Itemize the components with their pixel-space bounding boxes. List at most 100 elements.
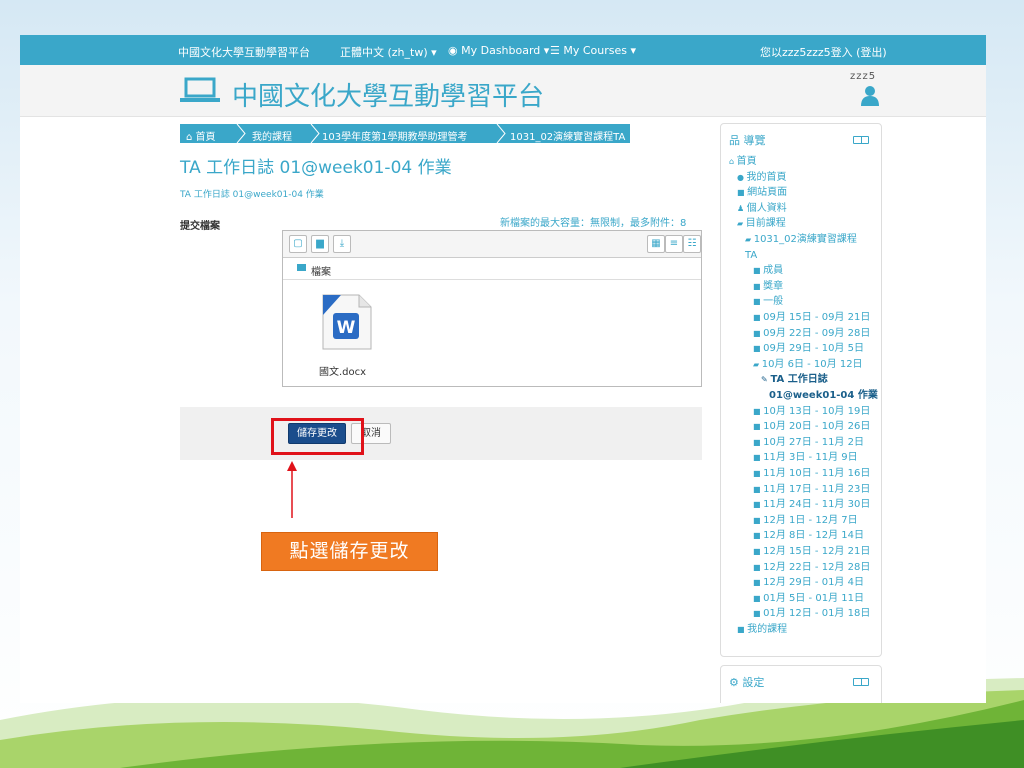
folder-icon: ■ <box>753 500 764 510</box>
navigation-title[interactable]: 品 導覽 <box>729 132 766 148</box>
page-title: TA 工作日誌 01@week01-04 作業 <box>180 158 452 178</box>
nav-item[interactable]: ■ 一般 <box>753 296 783 308</box>
file-name[interactable]: 國文.docx <box>319 363 366 378</box>
bullet-icon: ● <box>737 172 747 182</box>
nav-item[interactable]: ✎ TA 工作日誌 <box>761 374 828 386</box>
nav-item[interactable]: ■ 獎章 <box>753 281 783 293</box>
add-file-icon[interactable]: ▢ <box>289 235 307 253</box>
courses-label: My Courses <box>563 44 627 57</box>
nav-item-label: 網站頁面 <box>747 187 788 199</box>
nav-item-label: 我的課程 <box>747 624 788 635</box>
list-view-icon[interactable]: ≡ <box>665 235 683 253</box>
nav-item[interactable]: ■ 我的課程 <box>737 624 787 636</box>
nav-item[interactable]: ■ 09月 15日 - 09月 21日 <box>753 312 870 324</box>
nav-item-label: 12月 1日 - 12月 7日 <box>763 514 858 526</box>
nav-item[interactable]: ■ 09月 22日 - 09月 28日 <box>753 328 870 340</box>
nav-item[interactable]: ■ 09月 29日 - 10月 5日 <box>753 343 864 355</box>
block-dock-icon[interactable] <box>853 678 869 686</box>
nav-item[interactable]: ■ 12月 29日 - 01月 4日 <box>753 577 864 589</box>
nav-item-label: 09月 29日 - 10月 5日 <box>763 343 864 355</box>
folder-icon: ■ <box>753 578 764 588</box>
nav-item[interactable]: ● 我的首頁 <box>737 172 787 184</box>
nav-item[interactable]: ■ 01月 5日 - 01月 11日 <box>753 593 864 605</box>
folder-open-icon: ▰ <box>737 219 746 229</box>
folder-icon: ■ <box>753 453 764 463</box>
form-buttons-area <box>180 407 702 460</box>
courses-menu[interactable]: ☰ My Courses ▾ <box>550 44 636 57</box>
dashboard-label: My Dashboard <box>461 44 541 57</box>
nav-item-label: TA <box>745 249 758 261</box>
login-info[interactable]: 您以zzz5zzz5登入 (登出) <box>760 44 887 60</box>
person-icon: ♟ <box>737 203 747 213</box>
nav-item-label: 11月 17日 - 11月 23日 <box>763 483 871 495</box>
nav-item-label: 成員 <box>763 265 784 277</box>
nav-item[interactable]: ▰ 1031_02演練實習課程 <box>745 234 857 246</box>
nav-item-label: 一般 <box>763 296 784 308</box>
nav-item-label: 01月 5日 - 01月 11日 <box>763 592 864 604</box>
nav-item[interactable]: ■ 11月 24日 - 11月 30日 <box>753 499 870 511</box>
word-doc-icon[interactable]: W <box>319 293 375 351</box>
nav-item[interactable]: ■ 10月 13日 - 10月 19日 <box>753 406 870 418</box>
nav-item[interactable]: ■ 01月 12日 - 01月 18日 <box>753 608 870 620</box>
breadcrumb-home[interactable]: ⌂ 首頁 <box>186 128 216 143</box>
nav-item[interactable]: ♟ 個人資料 <box>737 203 787 215</box>
breadcrumb-course[interactable]: 1031_02演練實習課程TA <box>510 128 632 143</box>
nav-item[interactable]: TA <box>745 250 757 262</box>
nav-item[interactable]: ■ 10月 27日 - 11月 2日 <box>753 437 864 449</box>
dashboard-menu[interactable]: ◉ My Dashboard ▾ <box>448 44 549 57</box>
nav-item-label: 10月 6日 - 10月 12日 <box>761 358 863 370</box>
folder-icon: ■ <box>753 562 764 572</box>
user-name[interactable]: zzz5 <box>850 71 876 82</box>
file-path-label[interactable]: 檔案 <box>311 263 331 278</box>
nav-item[interactable]: ■ 網站頁面 <box>737 187 787 199</box>
folder-icon: ■ <box>753 547 764 556</box>
nav-item[interactable]: ⌂ 首頁 <box>729 156 757 168</box>
create-folder-icon[interactable]: ▆ <box>311 235 329 253</box>
nav-item[interactable]: ▰ 目前課程 <box>737 218 786 230</box>
settings-title-label: 設定 <box>742 676 765 689</box>
site-name-link[interactable]: 中國文化大學互動學習平台 <box>178 44 310 60</box>
site-title[interactable]: 中國文化大學互動學習平台 <box>232 76 544 113</box>
nav-item[interactable]: ■ 11月 10日 - 11月 16日 <box>753 468 870 480</box>
settings-block: ⚙ 設定 <box>720 665 882 703</box>
folder-icon: ■ <box>753 344 764 354</box>
nav-item-label: 12月 15日 - 12月 21日 <box>763 546 871 557</box>
folder-icon: ■ <box>753 469 764 478</box>
nav-item-label: 首頁 <box>736 156 757 167</box>
nav-item-label: 12月 22日 - 12月 28日 <box>763 561 871 573</box>
nav-item[interactable]: ■ 11月 17日 - 11月 23日 <box>753 484 870 496</box>
settings-title[interactable]: ⚙ 設定 <box>729 674 764 690</box>
nav-item[interactable]: ■ 成員 <box>753 265 783 277</box>
folder-icon: ■ <box>753 593 764 603</box>
language-menu[interactable]: 正體中文 (zh_tw) ▾ <box>340 44 437 60</box>
download-icon[interactable]: ⤓ <box>333 235 351 253</box>
assignment-subtitle: TA 工作日誌 01@week01-04 作業 <box>180 190 324 200</box>
folder-icon: ■ <box>753 281 764 291</box>
block-dock-icon[interactable] <box>853 136 869 144</box>
file-manager: ▢ ▆ ⤓ ▦ ≡ ☷ 檔案 W 國文.docx <box>282 230 702 387</box>
nav-item-label: 09月 15日 - 09月 21日 <box>763 312 871 323</box>
tree-view-icon[interactable]: ☷ <box>683 235 701 253</box>
svg-text:W: W <box>337 318 356 338</box>
nav-item[interactable]: ■ 12月 22日 - 12月 28日 <box>753 562 870 574</box>
nav-item[interactable]: ▰ 10月 6日 - 10月 12日 <box>753 359 863 371</box>
file-limits-text: 新檔案的最大容量：無限制，最多附件：8 <box>500 218 687 229</box>
folder-icon: ■ <box>753 313 764 322</box>
breadcrumb-category[interactable]: 103學年度第1學期教學助理管考 <box>322 128 467 143</box>
laptop-icon <box>180 77 220 102</box>
breadcrumb-my-courses[interactable]: 我的課程 <box>252 128 292 143</box>
folder-icon <box>297 264 306 271</box>
nav-item[interactable]: ■ 11月 3日 - 11月 9日 <box>753 452 858 464</box>
nav-item[interactable]: 01@week01-04 作業 <box>769 390 878 402</box>
nav-item[interactable]: ■ 12月 8日 - 12月 14日 <box>753 530 864 542</box>
nav-item-label: 11月 24日 - 11月 30日 <box>763 499 871 511</box>
user-avatar-icon[interactable] <box>860 85 880 107</box>
nav-item[interactable]: ■ 10月 20日 - 10月 26日 <box>753 421 870 433</box>
icon-view-icon[interactable]: ▦ <box>647 235 665 253</box>
nav-item-label: 01月 12日 - 01月 18日 <box>763 608 871 620</box>
nav-item-label: 10月 20日 - 10月 26日 <box>763 421 871 433</box>
nav-item[interactable]: ■ 12月 1日 - 12月 7日 <box>753 515 858 527</box>
gear-icon: ⚙ <box>729 676 739 689</box>
nav-item[interactable]: ■ 12月 15日 - 12月 21日 <box>753 546 870 558</box>
navigation-block: 品 導覽 ⌂ 首頁 ● 我的首頁 ■ 網站頁面 ♟ 個人資料 ▰ 目前課程 ▰ 1031_… <box>720 123 882 657</box>
